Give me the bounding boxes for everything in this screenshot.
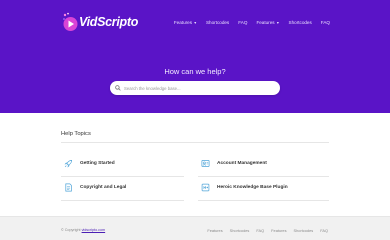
chevron-down-icon: ▼: [193, 20, 197, 25]
nav-item-shortcodes[interactable]: Shortcodes: [206, 20, 229, 25]
nav-item-features-2[interactable]: Features ▼: [256, 20, 279, 25]
site-footer: © Copyright vidscripto.com Features Shor…: [0, 216, 390, 240]
topic-heroic-knowledge-base-plugin[interactable]: Heroic Knowledge Base Plugin: [201, 183, 288, 192]
chevron-down-icon: ▼: [276, 20, 280, 25]
footer-link-features-2[interactable]: Features: [271, 228, 286, 233]
nav-item-faq-2[interactable]: FAQ: [321, 20, 330, 25]
hero-title: How can we help?: [164, 67, 226, 76]
topic-copyright-and-legal[interactable]: Copyright and Legal: [64, 183, 126, 192]
topic-account-management[interactable]: Account Management: [201, 159, 267, 168]
account-icon: [201, 159, 210, 168]
hero-section: VidScripto Features ▼ Shortcodes FAQ Fea…: [0, 0, 390, 113]
footer-link-shortcodes-2[interactable]: Shortcodes: [294, 228, 314, 233]
document-icon: [65, 183, 72, 192]
rocket-icon: [64, 159, 73, 168]
brand-logo[interactable]: VidScripto: [62, 12, 138, 32]
plugin-icon: [201, 183, 210, 192]
nav-item-label: Shortcodes: [205, 20, 230, 25]
divider: [198, 176, 329, 177]
copyright-text: © Copyright: [61, 228, 81, 232]
nav-item-label: FAQ: [320, 20, 330, 25]
divider: [61, 176, 184, 177]
section-title: Help Topics: [61, 131, 91, 137]
nav-item-label: Features: [256, 20, 275, 25]
search-bar[interactable]: [110, 81, 280, 95]
search-icon: [115, 85, 121, 91]
nav-item-label: Features: [173, 20, 193, 25]
topic-label: Copyright and Legal: [80, 185, 127, 190]
main-nav: Features ▼ Shortcodes FAQ Features ▼ Sho…: [174, 20, 330, 25]
nav-item-label: FAQ: [238, 20, 248, 25]
copyright-link[interactable]: vidscripto.com: [82, 228, 106, 232]
topic-getting-started[interactable]: Getting Started: [64, 159, 115, 168]
footer-nav: Features Shortcodes FAQ Features Shortco…: [207, 228, 328, 233]
nav-item-features[interactable]: Features ▼: [174, 20, 197, 25]
footer-link-shortcodes[interactable]: Shortcodes: [230, 228, 250, 233]
topic-label: Getting Started: [80, 161, 115, 166]
topic-label: Account Management: [217, 161, 267, 166]
topic-label: Heroic Knowledge Base Plugin: [217, 185, 288, 190]
nav-item-faq[interactable]: FAQ: [238, 20, 247, 25]
divider: [198, 200, 329, 201]
footer-link-faq-2[interactable]: FAQ: [320, 228, 328, 233]
play-logo-icon: [62, 12, 78, 32]
footer-link-features[interactable]: Features: [207, 228, 222, 233]
search-input[interactable]: [124, 85, 274, 91]
copyright-notice: © Copyright vidscripto.com: [61, 228, 105, 232]
nav-item-label: Shortcodes: [288, 20, 312, 25]
divider: [61, 200, 184, 201]
nav-item-shortcodes-2[interactable]: Shortcodes: [289, 20, 312, 25]
divider: [61, 142, 329, 143]
brand-name: VidScripto: [79, 15, 139, 29]
footer-link-faq[interactable]: FAQ: [256, 228, 264, 233]
